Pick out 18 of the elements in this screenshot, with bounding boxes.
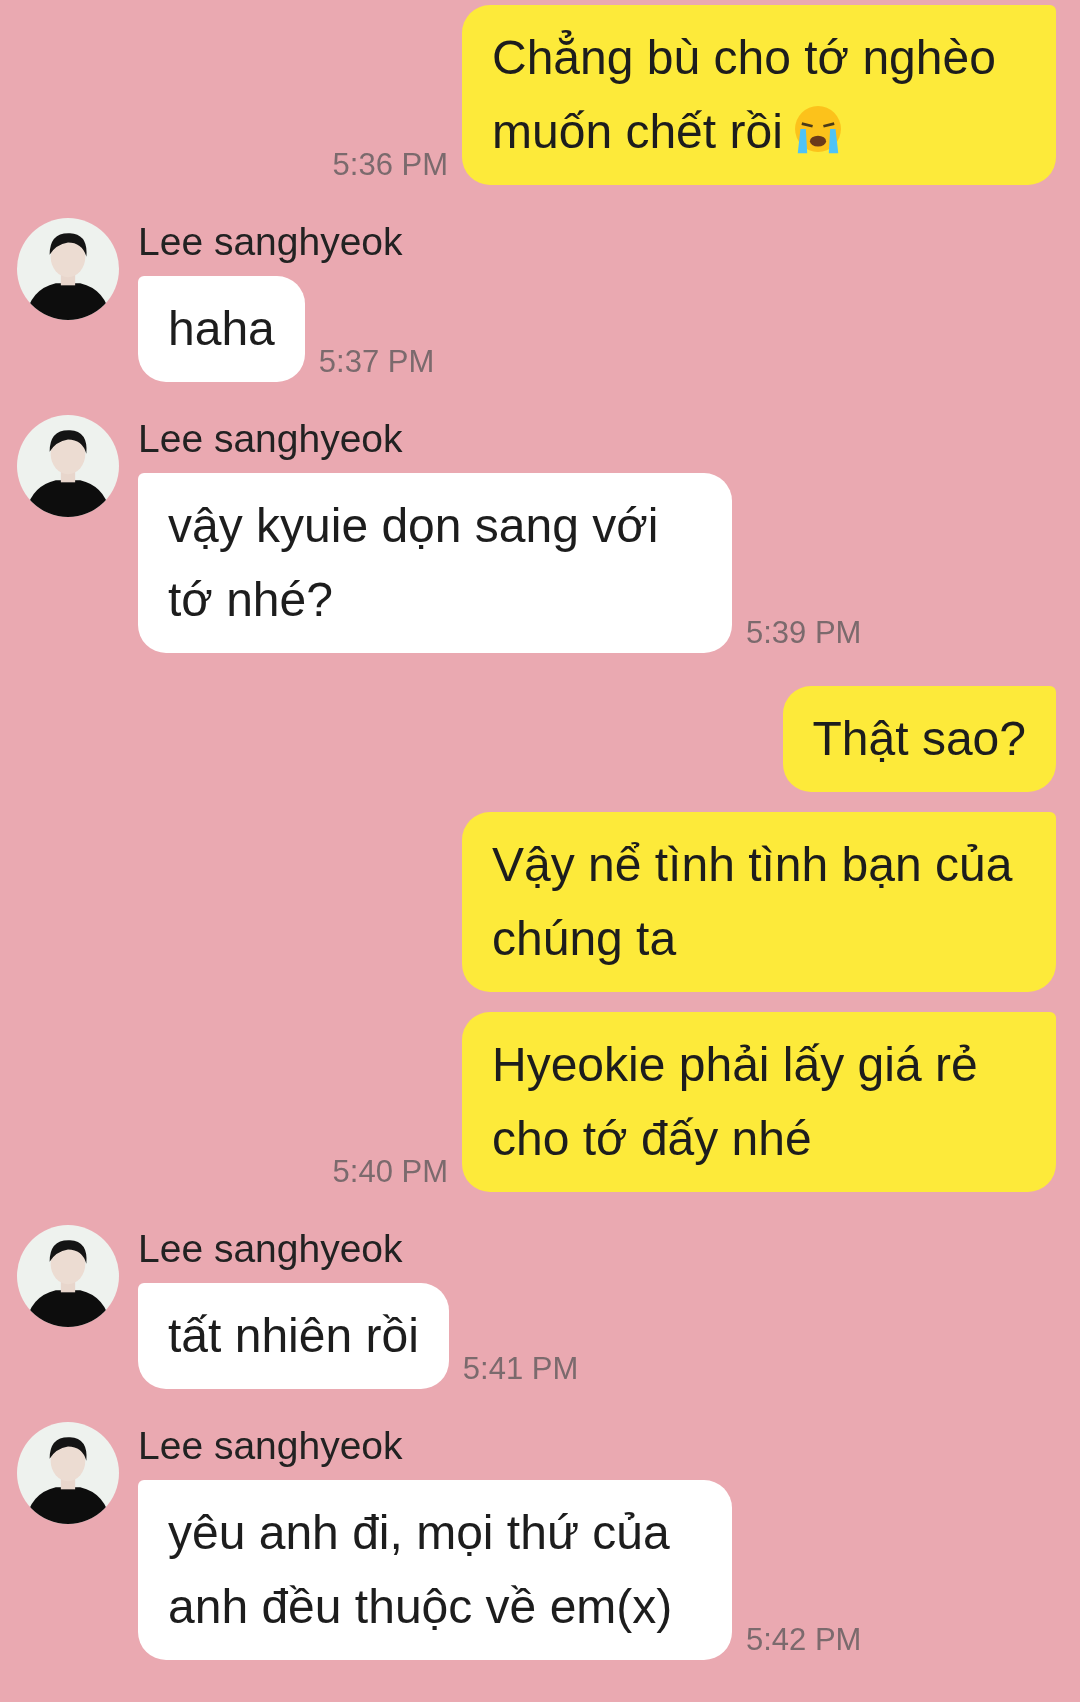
sent-message: Vậy nể tình tình bạn của chúng ta	[462, 812, 1056, 992]
sent-message: Thật sao?	[782, 686, 1056, 792]
received-message: haha	[138, 276, 305, 382]
message-time: 5:41 PM	[462, 1351, 579, 1388]
message-time: 5:42 PM	[746, 1622, 862, 1659]
sent-message: Hyeokie phải lấy giá rẻ cho tớ đấy nhé	[462, 1012, 1056, 1192]
message-time: 5:40 PM	[332, 1154, 448, 1191]
sender-name: Lee sanghyeok	[138, 219, 403, 265]
sender-name: Lee sanghyeok	[138, 1226, 403, 1272]
message-time: 5:39 PM	[746, 615, 862, 652]
sender-name: Lee sanghyeok	[138, 1423, 403, 1469]
message-time: 5:36 PM	[332, 147, 448, 184]
message-time: 5:37 PM	[318, 344, 435, 381]
received-message: yêu anh đi, mọi thứ của anh đều thuộc về em(x)	[138, 1480, 732, 1660]
received-message: vậy kyuie dọn sang với tớ nhé?	[138, 473, 732, 653]
received-message: tất nhiên rồi	[138, 1283, 449, 1389]
sender-name: Lee sanghyeok	[138, 416, 403, 462]
sent-message: Chẳng bù cho tớ nghèo muốn chết rồi	[462, 5, 1056, 185]
